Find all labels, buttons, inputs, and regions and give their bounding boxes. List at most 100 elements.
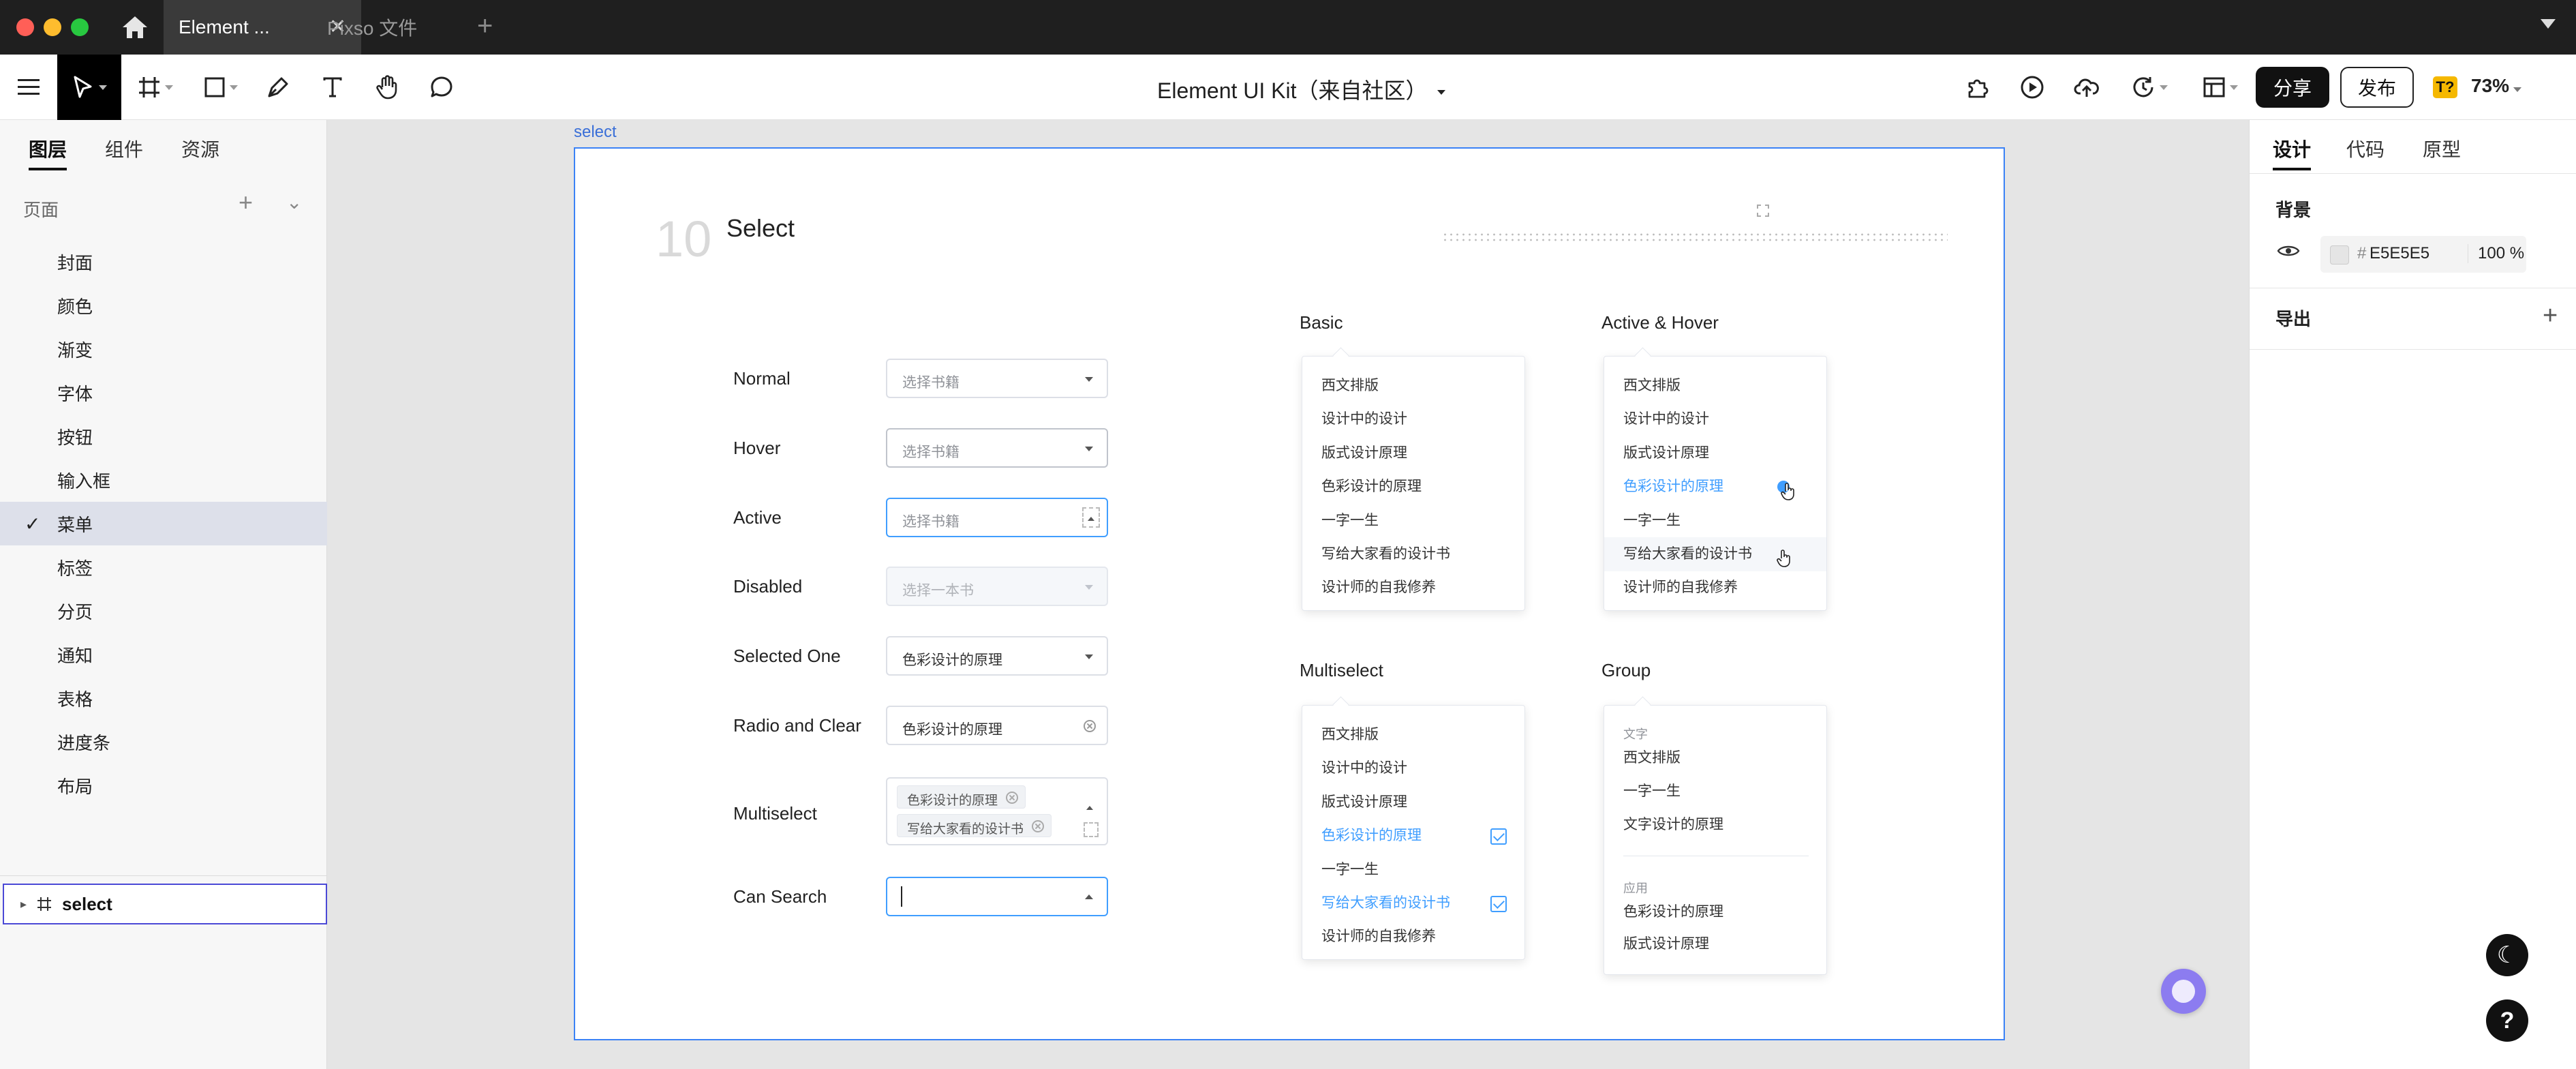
canvas[interactable]: select 10 Select Normal 选择书籍 Hover 选择书籍 …: [328, 120, 2249, 1069]
shape-tool-button[interactable]: [199, 55, 243, 120]
dropdown-item[interactable]: 色彩设计的原理: [1302, 470, 1524, 504]
tab-code[interactable]: 代码: [2346, 135, 2385, 162]
page-item-color[interactable]: 颜色: [0, 284, 327, 327]
share-button[interactable]: 分享: [2256, 67, 2329, 108]
select-search-input[interactable]: [886, 877, 1108, 916]
tab-design[interactable]: 设计: [2273, 135, 2312, 170]
page-item-gradient[interactable]: 渐变: [0, 327, 327, 371]
add-export-plus-icon[interactable]: +: [2543, 301, 2558, 331]
tab-prototype[interactable]: 原型: [2423, 135, 2461, 162]
add-page-plus-icon[interactable]: +: [239, 188, 253, 217]
dropdown-item[interactable]: 一字一生: [1302, 853, 1524, 887]
dropdown-item-selected[interactable]: 写给大家看的设计书: [1302, 886, 1524, 920]
dropdown-item[interactable]: 一字一生: [1604, 504, 1826, 538]
dropdown-item[interactable]: 一字一生: [1604, 774, 1826, 809]
page-item-button[interactable]: 按钮: [0, 415, 327, 458]
select-radio-and-clear[interactable]: 色彩设计的原理: [886, 706, 1108, 745]
dropdown-item[interactable]: 版式设计原理: [1302, 785, 1524, 819]
dropdown-item[interactable]: 设计师的自我修养: [1604, 571, 1826, 605]
move-tool-button[interactable]: [57, 55, 121, 120]
dropdown-item[interactable]: 版式设计原理: [1604, 436, 1826, 470]
checkbox-checked-icon: [1490, 896, 1507, 912]
select-normal[interactable]: 选择书籍: [886, 359, 1108, 398]
plugins-button[interactable]: [1959, 55, 1997, 120]
dropdown-item[interactable]: 设计中的设计: [1302, 402, 1524, 436]
close-circle-icon[interactable]: [1032, 820, 1045, 832]
dropdown-item[interactable]: 西文排版: [1302, 718, 1524, 752]
dropdown-item[interactable]: 设计中的设计: [1302, 751, 1524, 785]
page-item-progress[interactable]: 进度条: [0, 720, 327, 764]
page-item-font[interactable]: 字体: [0, 371, 327, 415]
dashed-square-icon: [1084, 822, 1099, 837]
dropdown-item[interactable]: 色彩设计的原理: [1604, 895, 1826, 929]
chevron-down-icon[interactable]: [2541, 19, 2556, 29]
clear-circle-icon[interactable]: [1084, 720, 1096, 732]
page-item-menu[interactable]: ✓ 菜单: [0, 502, 327, 545]
help-icon[interactable]: ?: [2486, 999, 2528, 1042]
page-item-cover[interactable]: 封面: [0, 240, 327, 284]
layout-view-button[interactable]: [2196, 55, 2245, 120]
dropdown-item[interactable]: 一字一生: [1302, 504, 1524, 538]
dropdown-item-selected[interactable]: 色彩设计的原理: [1302, 819, 1524, 853]
dropdown-item[interactable]: 设计中的设计: [1604, 402, 1826, 436]
dark-mode-moon-icon[interactable]: ☾: [2486, 934, 2528, 976]
publish-button[interactable]: 发布: [2340, 67, 2414, 108]
dropdown-item[interactable]: 写给大家看的设计书: [1302, 537, 1524, 571]
page-item-layout[interactable]: 布局: [0, 764, 327, 807]
select-frame[interactable]: 10 Select Normal 选择书籍 Hover 选择书籍 Active …: [574, 147, 2005, 1040]
close-circle-icon[interactable]: [1006, 792, 1019, 804]
new-tab-plus-icon[interactable]: +: [477, 11, 493, 42]
frame-tool-button[interactable]: [134, 55, 177, 120]
page-item-tag[interactable]: 标签: [0, 545, 327, 589]
page-item-notification[interactable]: 通知: [0, 633, 327, 676]
select-multiselect[interactable]: 色彩设计的原理 写给大家看的设计书: [886, 777, 1108, 845]
tab-assets[interactable]: 资源: [181, 135, 219, 162]
minimize-window-button[interactable]: [44, 18, 61, 36]
color-swatch[interactable]: [2330, 245, 2349, 265]
page-item-table[interactable]: 表格: [0, 676, 327, 720]
row-label-selected-one: Selected One: [733, 646, 841, 666]
upload-cloud-button[interactable]: [2068, 55, 2106, 120]
floating-plugin-button[interactable]: [2161, 969, 2206, 1014]
page-item-input[interactable]: 输入框: [0, 458, 327, 502]
document-title-button[interactable]: Element UI Kit（来自社区）: [1157, 74, 1445, 105]
dropdown-item[interactable]: 西文排版: [1302, 369, 1524, 403]
close-window-button[interactable]: [16, 18, 34, 36]
pen-tool-button[interactable]: [259, 55, 297, 120]
version-history-button[interactable]: [2125, 55, 2174, 120]
layer-row-select[interactable]: ▸ select: [3, 884, 327, 924]
home-icon[interactable]: [120, 14, 150, 41]
maximize-window-button[interactable]: [71, 18, 89, 36]
dropdown-item[interactable]: 西文排版: [1604, 369, 1826, 403]
background-fill-row[interactable]: # E5E5E5 100 %: [2320, 236, 2526, 273]
select-selected-one[interactable]: 色彩设计的原理: [886, 636, 1108, 676]
dropdown-item[interactable]: 设计师的自我修养: [1302, 571, 1524, 605]
text-tool-button[interactable]: [313, 55, 352, 120]
select-placeholder: 选择一本书: [902, 583, 974, 599]
hex-value-input[interactable]: E5E5E5: [2370, 244, 2429, 263]
tab-layers[interactable]: 图层: [29, 135, 67, 170]
eye-icon[interactable]: [2277, 243, 2300, 259]
opacity-input[interactable]: 100 %: [2468, 244, 2524, 263]
chevron-down-icon[interactable]: ⌄: [286, 191, 302, 213]
select-active[interactable]: 选择书籍: [886, 498, 1108, 537]
main-menu-icon[interactable]: [10, 55, 48, 120]
puzzle-icon: [1968, 79, 1989, 98]
dropdown-item[interactable]: 版式设计原理: [1604, 927, 1826, 961]
tab-components[interactable]: 组件: [105, 135, 143, 162]
page-item-pagination[interactable]: 分页: [0, 589, 327, 633]
frame-label[interactable]: select: [574, 123, 617, 142]
dropdown-item[interactable]: 西文排版: [1604, 741, 1826, 775]
zoom-level-button[interactable]: 73%: [2471, 75, 2522, 97]
hand-tool-button[interactable]: [368, 55, 406, 120]
tab-pixso-files[interactable]: Pixso 文件: [327, 0, 417, 55]
dropdown-item[interactable]: 设计师的自我修养: [1302, 920, 1524, 954]
select-hover[interactable]: 选择书籍: [886, 428, 1108, 468]
dropdown-item-hover[interactable]: 写给大家看的设计书: [1604, 537, 1826, 571]
expand-triangle-icon[interactable]: ▸: [20, 897, 27, 912]
dropdown-item[interactable]: 文字设计的原理: [1604, 808, 1826, 842]
comment-tool-button[interactable]: [423, 55, 461, 120]
plugin-badge-icon[interactable]: T?: [2433, 76, 2457, 98]
play-prototype-button[interactable]: [2013, 55, 2051, 120]
dropdown-item[interactable]: 版式设计原理: [1302, 436, 1524, 470]
